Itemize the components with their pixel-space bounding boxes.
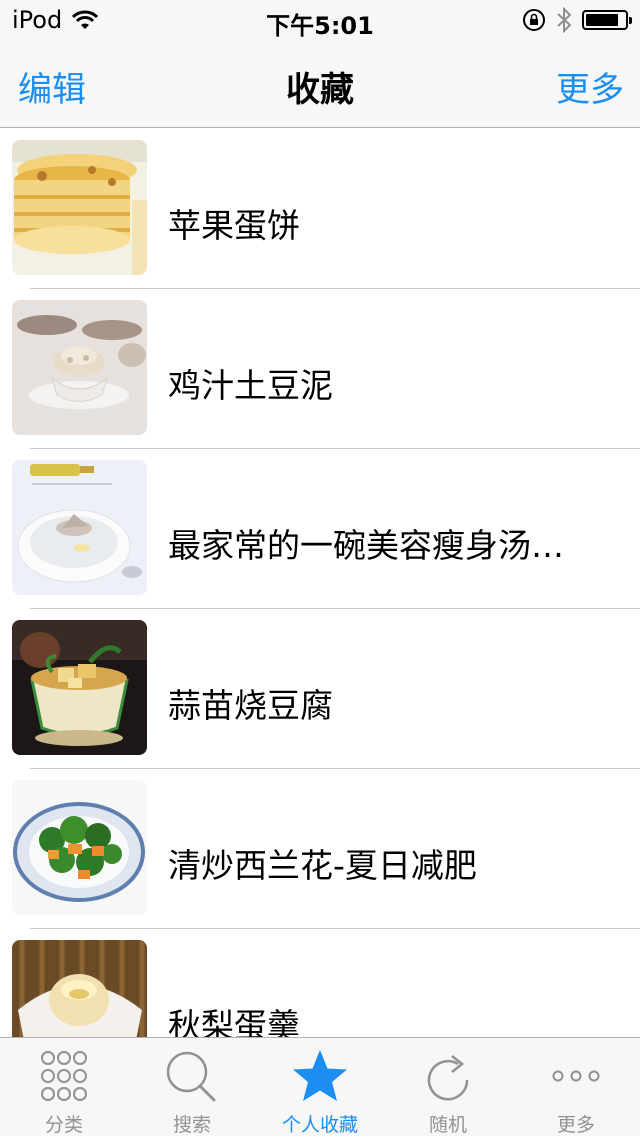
tab-more[interactable]: 更多 xyxy=(512,1038,640,1136)
refresh-icon xyxy=(427,1055,469,1101)
grid-icon xyxy=(41,1051,87,1101)
list-item[interactable]: 蒜苗烧豆腐 xyxy=(0,609,640,769)
battery-fill xyxy=(586,14,619,26)
status-right xyxy=(522,7,632,33)
thumbnail-mashed-potato xyxy=(12,300,147,435)
list-item[interactable]: 秋梨蛋羹 xyxy=(0,929,640,1037)
search-icon xyxy=(166,1051,216,1102)
page-title: 收藏 xyxy=(286,70,354,110)
bluetooth-icon xyxy=(557,7,572,33)
thumbnail-soup-bowl xyxy=(12,460,147,595)
thumbnail-apple-egg-pancake xyxy=(12,140,147,275)
tab-label: 更多 xyxy=(556,1114,595,1136)
list-item[interactable]: 苹果蛋饼 xyxy=(0,129,640,289)
favorites-list[interactable]: 苹果蛋饼 鸡汁土豆泥 最家常的一碗美容瘦身汤… 蒜苗烧豆腐 清炒西兰花-夏日减肥… xyxy=(0,129,640,1037)
item-title: 鸡汁土豆泥 xyxy=(168,366,333,405)
tab-bar: 分类 搜索 个人收藏 随机 更多 xyxy=(0,1037,640,1136)
more-icon xyxy=(552,1070,600,1082)
tab-label: 随机 xyxy=(428,1114,467,1136)
item-title: 清炒西兰花-夏日减肥 xyxy=(168,846,477,885)
item-title: 最家常的一碗美容瘦身汤… xyxy=(168,526,564,565)
list-item[interactable]: 清炒西兰花-夏日减肥 xyxy=(0,769,640,929)
item-title: 秋梨蛋羹 xyxy=(168,1006,300,1037)
tab-label: 搜索 xyxy=(172,1114,211,1136)
tab-label: 个人收藏 xyxy=(281,1114,358,1136)
star-icon xyxy=(293,1050,347,1101)
rotation-lock-icon xyxy=(523,9,545,31)
thumbnail-pear-custard xyxy=(12,940,147,1037)
nav-bar: 编辑 收藏 更多 xyxy=(0,40,640,128)
thumbnail-broccoli-plate xyxy=(12,780,147,915)
list-item[interactable]: 最家常的一碗美容瘦身汤… xyxy=(0,449,640,609)
thumbnail-tofu-bowl xyxy=(12,620,147,755)
tab-favorites[interactable]: 个人收藏 xyxy=(256,1038,384,1136)
item-title: 蒜苗烧豆腐 xyxy=(168,686,333,725)
tab-category[interactable]: 分类 xyxy=(0,1038,128,1136)
more-button[interactable]: 更多 xyxy=(556,62,624,111)
status-bar: iPod 下午5:01 xyxy=(0,0,640,40)
tab-search[interactable]: 搜索 xyxy=(128,1038,256,1136)
battery-icon xyxy=(582,10,632,30)
list-item[interactable]: 鸡汁土豆泥 xyxy=(0,289,640,449)
tab-random[interactable]: 随机 xyxy=(384,1038,512,1136)
item-title: 苹果蛋饼 xyxy=(168,206,300,245)
tab-label: 分类 xyxy=(44,1114,83,1136)
